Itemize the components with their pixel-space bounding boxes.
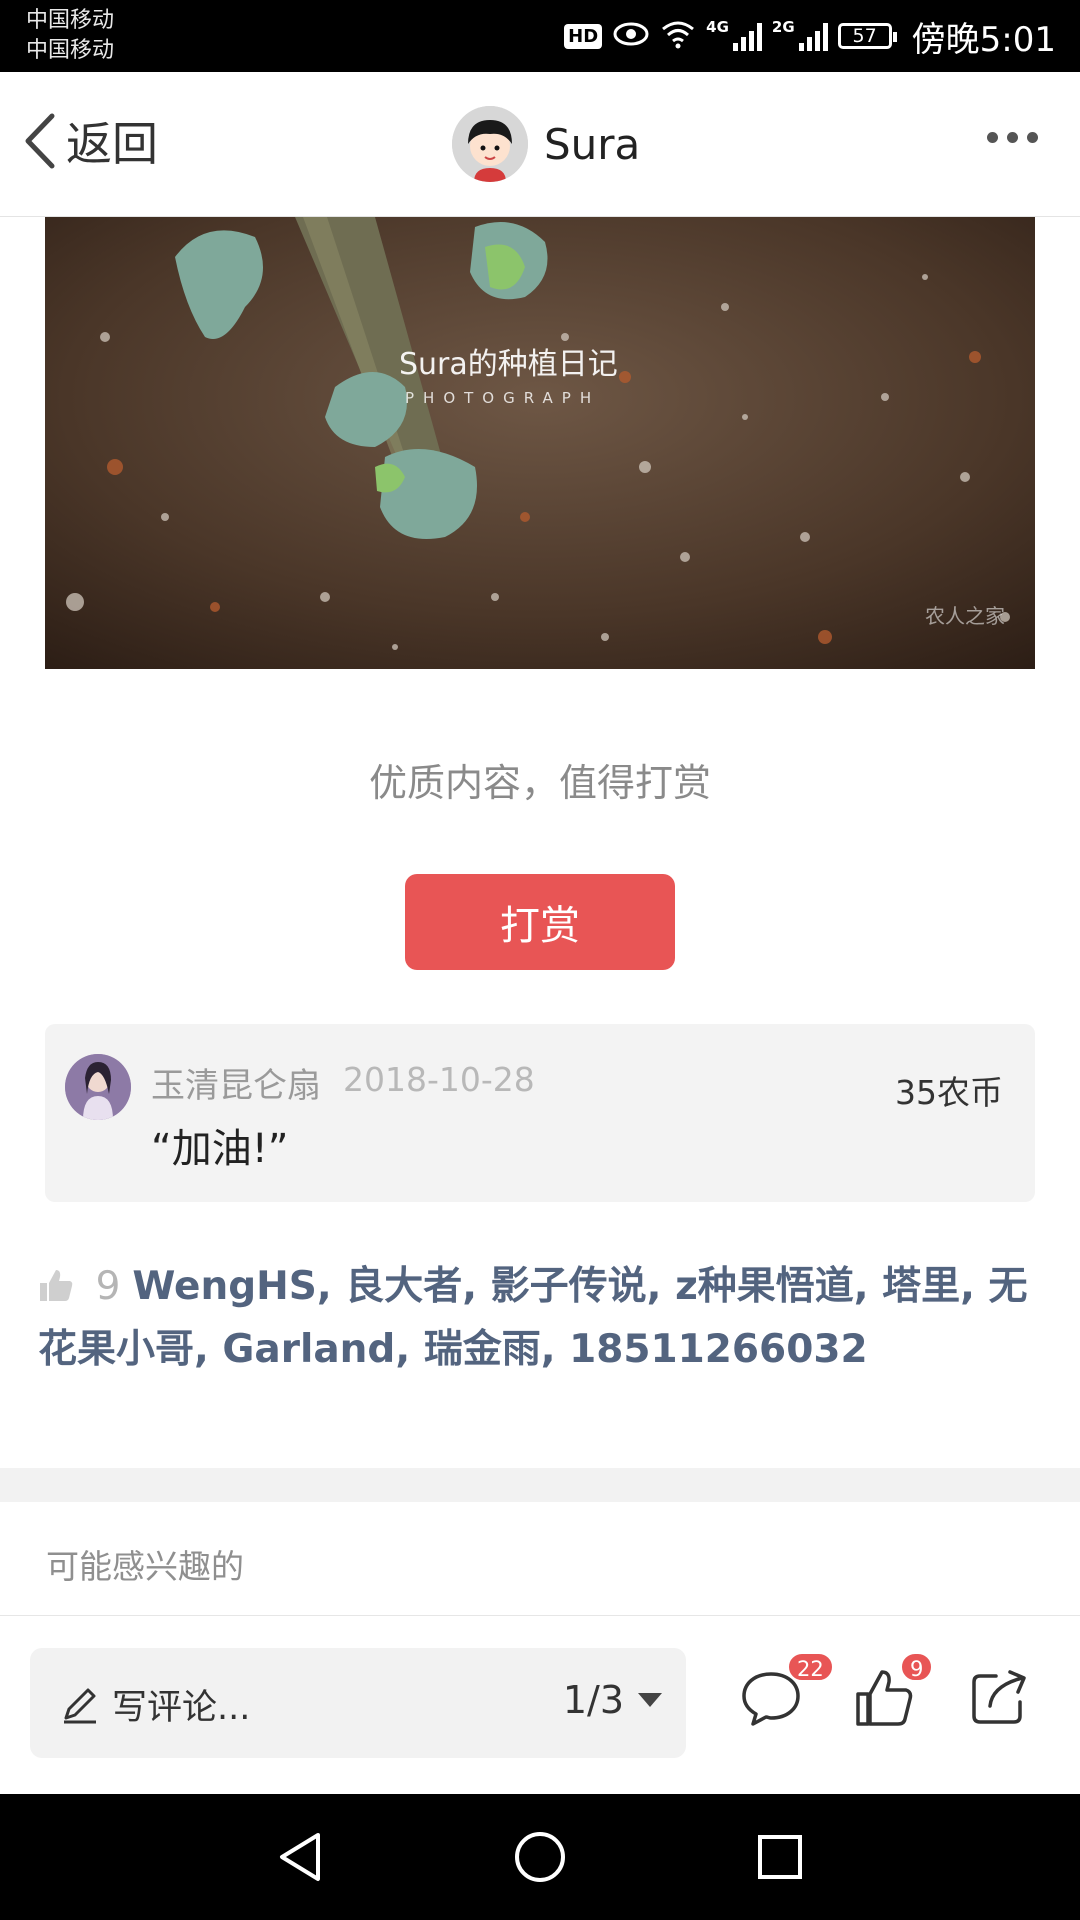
comment-count-badge: 22	[787, 1652, 834, 1682]
carrier-2: 中国移动	[26, 38, 115, 63]
reward-date: 2018-10-28	[343, 1060, 535, 1099]
reward-amount: 35农币	[895, 1073, 1003, 1112]
carrier-labels: 中国移动 中国移动	[26, 6, 114, 66]
status-icons: HD 4G 2G 57 傍晚5:01	[564, 0, 1056, 72]
photo-subtitle: PHOTOGRAPH	[405, 389, 601, 407]
like-count: 9	[95, 1264, 121, 1309]
nav-back-icon[interactable]	[270, 1827, 330, 1887]
system-nav-bar	[0, 1794, 1080, 1920]
reward-card: 玉清昆仑扇 2018-10-28 35农币 “加油!”	[45, 1024, 1035, 1202]
bottom-action-bar: 写评论... 1/3 22 9	[0, 1615, 1080, 1794]
section-divider	[0, 1468, 1080, 1502]
photo-title: Sura的种植日记	[399, 347, 618, 382]
share-icon[interactable]	[966, 1664, 1032, 1730]
nav-recents-icon[interactable]	[750, 1827, 810, 1887]
reward-username[interactable]: 玉清昆仑扇	[151, 1058, 321, 1107]
related-section-title: 可能感兴趣的	[46, 1547, 244, 1586]
signal-icon-2	[798, 21, 828, 51]
likes-list: 9 WengHS, 良大者, 影子传说, z种果悟道, 塔里, 无花果小哥, Ga…	[38, 1255, 1048, 1381]
back-label: 返回	[66, 117, 158, 171]
avatar[interactable]	[452, 106, 528, 182]
eye-icon	[612, 21, 650, 51]
nav-home-icon[interactable]	[510, 1827, 570, 1887]
author-profile[interactable]: Sura	[452, 106, 640, 182]
thumbs-up-icon	[40, 1270, 73, 1301]
liked-users[interactable]: WengHS, 良大者, 影子传说, z种果悟道, 塔里, 无花果小哥, Gar…	[38, 1264, 1028, 1372]
avatar[interactable]	[65, 1054, 131, 1120]
tip-button[interactable]: 打赏	[405, 874, 675, 970]
signal-icon-1	[732, 21, 762, 51]
dropdown-arrow-icon	[638, 1693, 662, 1707]
network-type-1: 4G	[706, 18, 729, 36]
more-dots-icon[interactable]	[987, 132, 1038, 143]
top-nav-bar: 返回 Sura	[0, 72, 1080, 217]
wifi-icon	[660, 19, 696, 53]
status-bar: 中国移动 中国移动 HD 4G 2G 57 傍晚5:01	[0, 0, 1080, 72]
carrier-1: 中国移动	[26, 8, 115, 33]
battery-icon: 57	[837, 23, 897, 49]
reward-message: “加油!”	[151, 1126, 289, 1172]
page-selector[interactable]: 1/3	[563, 1678, 662, 1722]
page-indicator: 1/3	[562, 1678, 624, 1722]
battery-level: 57	[852, 25, 877, 47]
tip-prompt: 优质内容，值得打赏	[368, 761, 711, 805]
comment-placeholder: 写评论...	[112, 1688, 251, 1728]
back-button[interactable]: 返回	[22, 108, 158, 174]
photo-watermark: 农人之家	[925, 604, 1005, 628]
chevron-left-icon	[25, 113, 55, 169]
hd-icon: HD	[564, 23, 603, 49]
network-type-2: 2G	[771, 18, 795, 36]
clock: 傍晚5:01	[911, 19, 1056, 60]
pencil-icon	[64, 1688, 96, 1724]
post-photo[interactable]: Sura的种植日记 PHOTOGRAPH 农人之家	[45, 217, 1035, 669]
like-count-badge: 9	[900, 1652, 934, 1682]
plant-photo	[45, 217, 1035, 669]
comment-input[interactable]: 写评论... 1/3	[30, 1648, 686, 1758]
author-name[interactable]: Sura	[544, 120, 640, 169]
